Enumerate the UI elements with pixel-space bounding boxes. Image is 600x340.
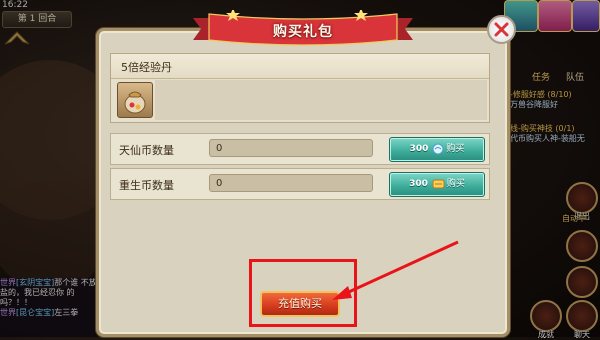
currency-row: 重生币数量 0 300 购买: [110, 168, 490, 200]
buy-button[interactable]: 300 购买: [389, 137, 485, 162]
row-label: 重生币数量: [119, 179, 174, 192]
close-icon: [494, 22, 509, 37]
price-value: 300: [409, 179, 428, 189]
item-name: 5倍经验丹: [121, 61, 172, 74]
close-button[interactable]: [487, 15, 516, 44]
buy-label: 购买: [446, 144, 465, 154]
item-name-bar: 5倍经验丹: [111, 54, 489, 79]
rebirth-coin-icon: [432, 179, 445, 188]
sky-coin-icon: [432, 143, 444, 154]
title-ribbon-banner: [193, 10, 413, 46]
quantity-field: 0: [209, 174, 373, 192]
item-slot[interactable]: [117, 82, 153, 118]
pointer-arrow-icon: [332, 240, 459, 300]
treasure-bag-icon: [124, 91, 146, 114]
gift-item-card: 5倍经验丹: [110, 53, 490, 123]
buy-button[interactable]: 300 购买: [389, 172, 485, 197]
buy-label: 购买: [446, 179, 465, 189]
row-label: 天仙币数量: [119, 144, 174, 157]
quantity-field: 0: [209, 139, 373, 157]
item-detail-area: [155, 80, 487, 120]
price-value: 300: [409, 144, 429, 154]
currency-row: 天仙币数量 0 300 购买: [110, 133, 490, 165]
